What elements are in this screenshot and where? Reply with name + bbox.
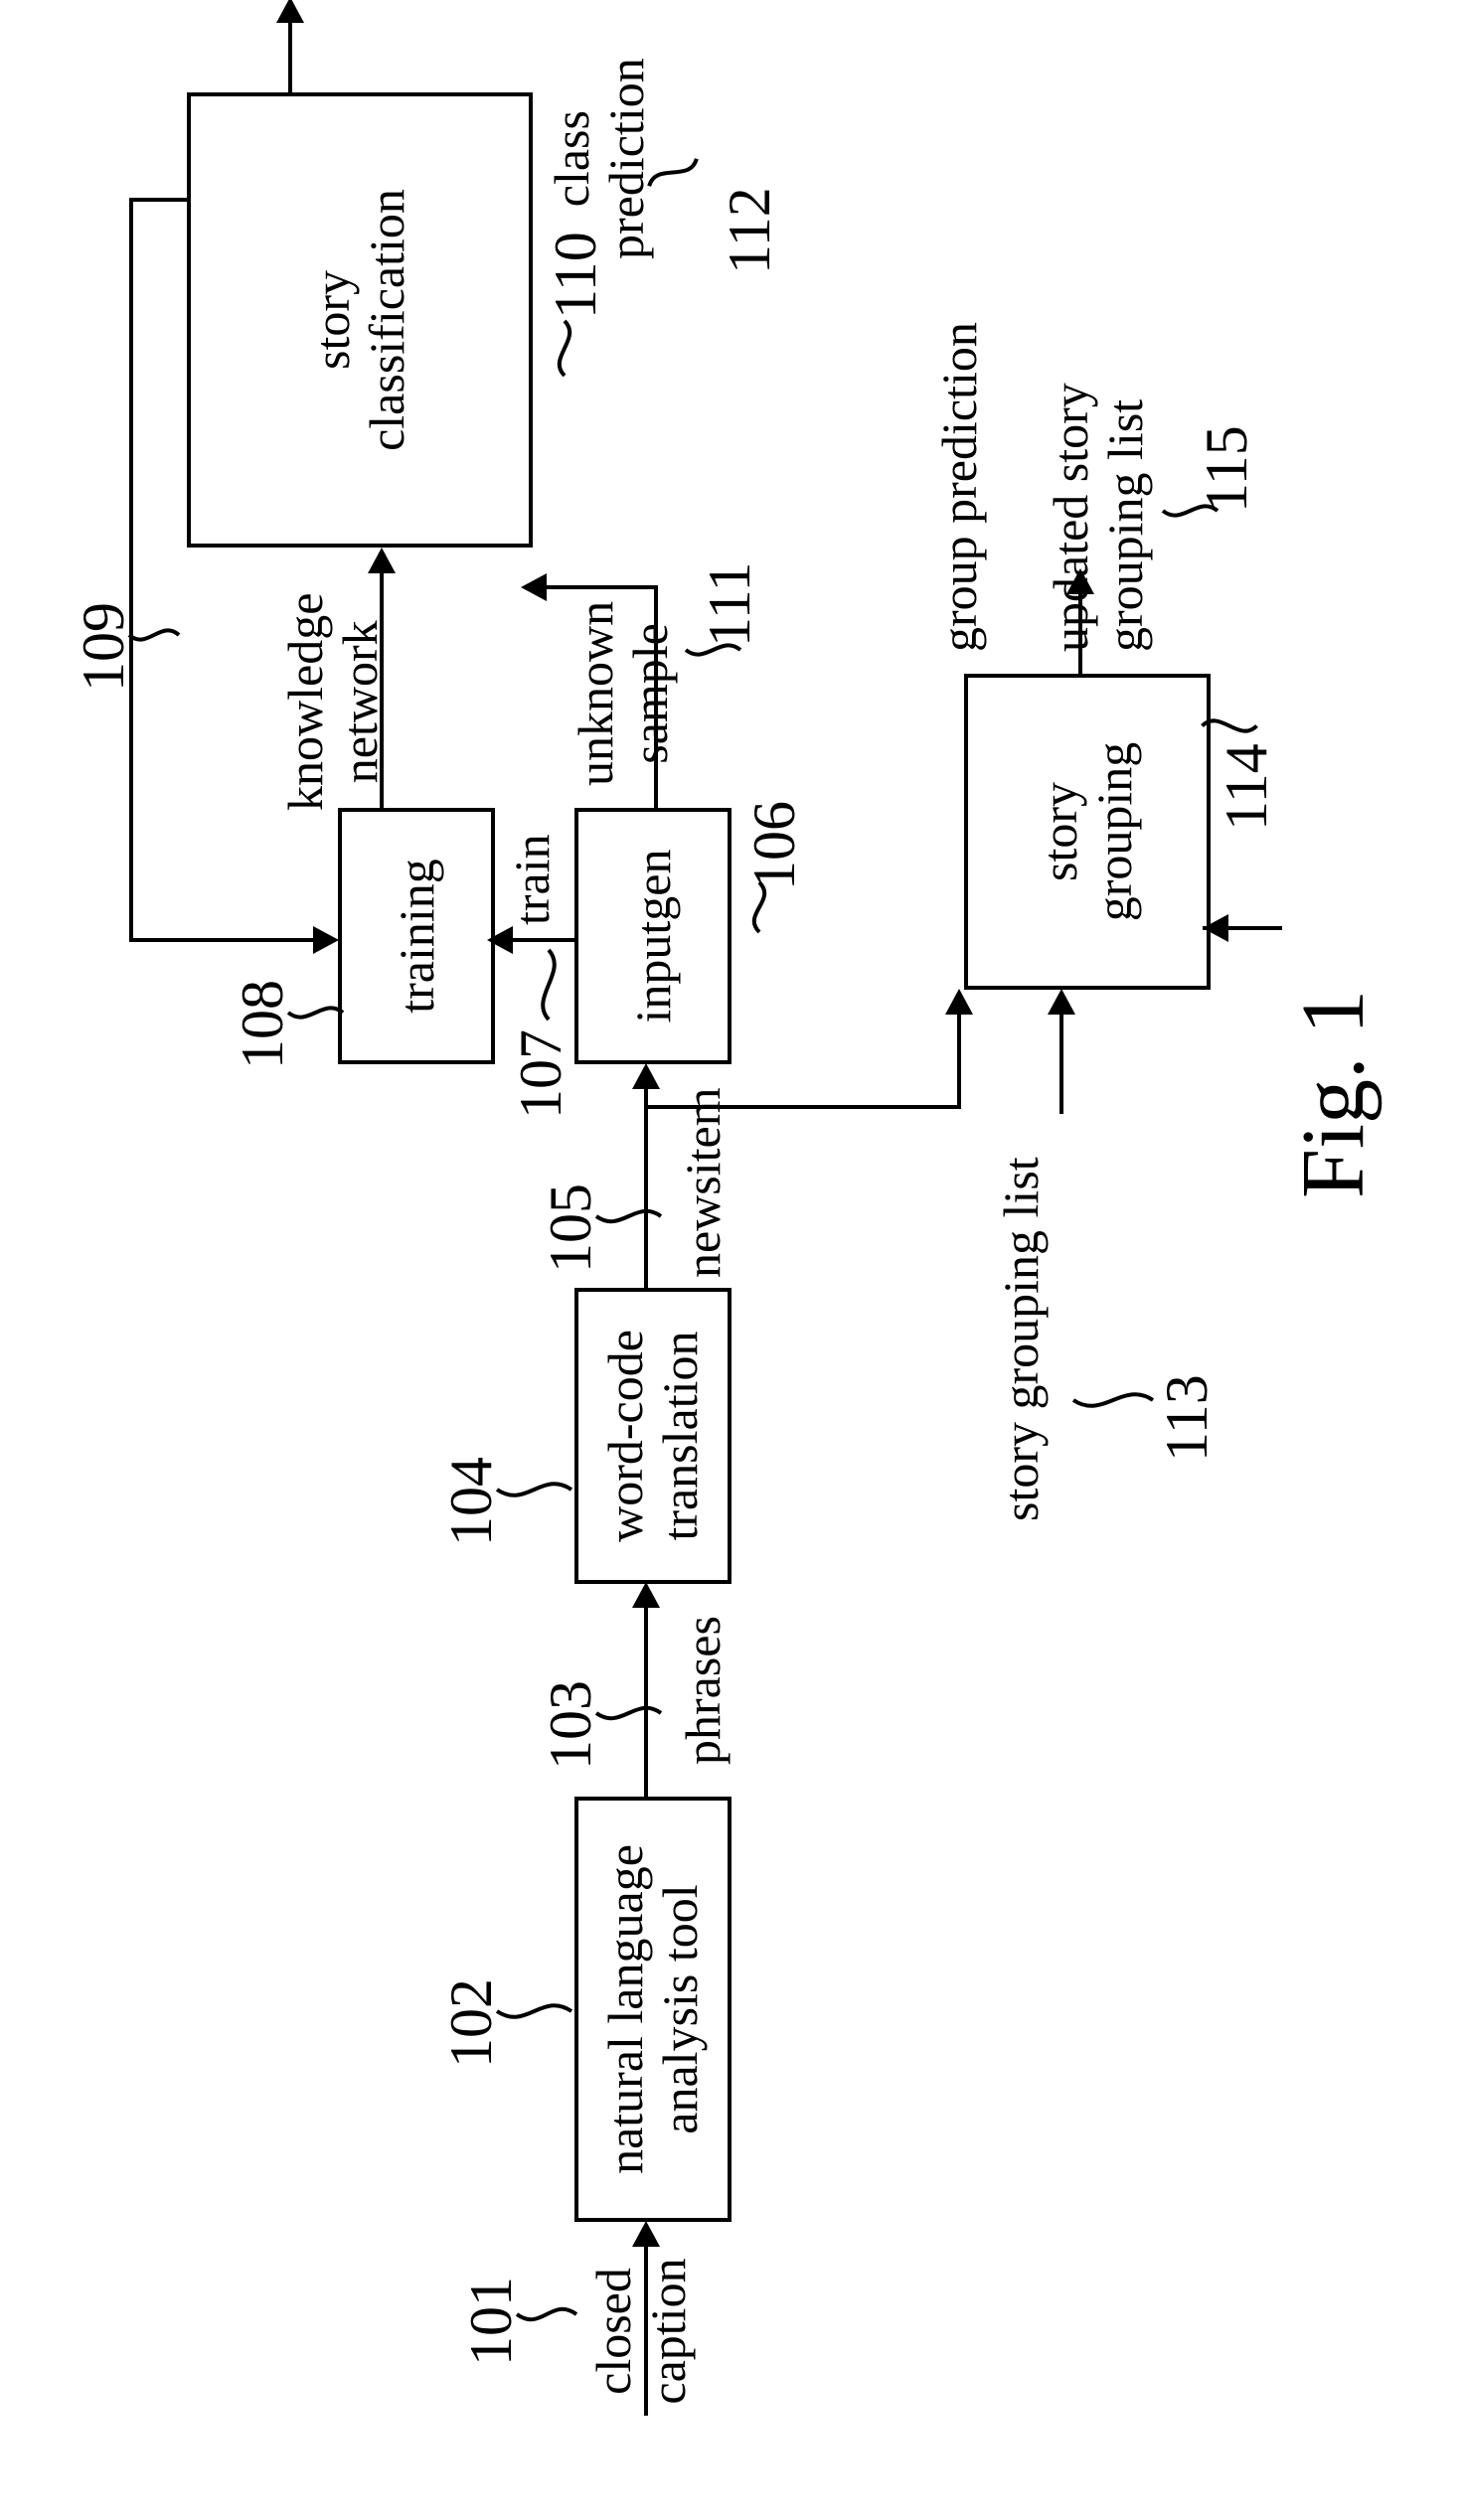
ref-103-squiggle — [596, 1701, 661, 1725]
ref-107: 107 — [507, 1029, 575, 1119]
ref-111: 111 — [696, 561, 764, 647]
ref-101: 101 — [457, 2277, 526, 2366]
edge-sg-out-arrow — [1066, 568, 1094, 594]
edge-fb-v1 — [129, 198, 187, 202]
edge-class-out-arrow — [276, 0, 304, 23]
ref-105: 105 — [537, 1183, 605, 1273]
edge-cc-nlp-arrow — [632, 2221, 660, 2247]
edge-wc-inp-arrow — [632, 1063, 660, 1089]
nlp-tool-label: natural language analysis tool — [598, 1844, 708, 2174]
story-grouping-list-input: story grouping list — [994, 1157, 1049, 1521]
edge-news-down — [644, 1105, 957, 1109]
ref-115-squiggle — [1163, 499, 1218, 523]
ref-109: 109 — [70, 602, 138, 692]
story-grouping-block: story grouping — [964, 674, 1211, 990]
ref-111-squiggle — [686, 638, 740, 662]
edge-sgl-arrow — [1048, 989, 1075, 1015]
word-code-label: word-code translation — [598, 1330, 708, 1542]
edge-kn — [380, 573, 384, 808]
edge-cc-nlp — [644, 2247, 648, 2336]
edge-fb-arrow — [313, 926, 339, 954]
edge-news-sg-arrow — [945, 989, 973, 1015]
ref-113: 113 — [1153, 1374, 1221, 1462]
edge-us-arrow — [521, 573, 547, 601]
edge-fb-v2 — [129, 938, 313, 942]
edge-train-arrow — [487, 926, 513, 954]
ref-101-squiggle — [517, 2302, 576, 2326]
knowledge-network-edge-label: knowledge network — [278, 593, 388, 811]
ref-108: 108 — [229, 980, 297, 1069]
updated-list-output: updated story grouping list — [1044, 383, 1153, 652]
nlp-tool-block: natural language analysis tool — [574, 1797, 732, 2222]
edge-sg-in2-arrow — [1203, 914, 1228, 942]
edge-wc-inp — [644, 1089, 648, 1288]
newsitem-edge-label: newsitem — [676, 1087, 731, 1278]
training-block: training — [338, 808, 495, 1064]
word-code-block: word-code translation — [574, 1288, 732, 1584]
story-grouping-label: story grouping — [1033, 742, 1142, 922]
edge-kn-arrow — [368, 548, 396, 573]
edge-us-h — [654, 589, 658, 808]
story-classification-label: story classification — [305, 189, 414, 451]
train-edge-label: train — [505, 834, 560, 925]
ref-104: 104 — [437, 1457, 506, 1546]
ref-106-squiggle — [747, 882, 771, 932]
ref-110: 110 — [542, 232, 610, 319]
phrases-edge-label: phrases — [676, 1616, 731, 1765]
ref-105-squiggle — [596, 1204, 661, 1228]
inputgen-label: inputgen — [626, 850, 681, 1024]
training-label: training — [390, 859, 444, 1014]
edge-train — [513, 938, 574, 942]
story-classification-block: story classification — [187, 92, 533, 548]
inputgen-block: inputgen — [574, 808, 732, 1064]
ref-102: 102 — [437, 1978, 506, 2068]
ref-106: 106 — [740, 801, 809, 890]
ref-112: 112 — [716, 187, 784, 274]
edge-nlp-wc-arrow — [632, 1582, 660, 1608]
edge-fb-h — [129, 198, 133, 942]
group-prediction-output: group prediction — [932, 322, 987, 652]
ref-102-squiggle — [497, 1999, 571, 2023]
ref-110-squiggle — [553, 321, 576, 376]
closed-caption-input: closed caption — [586, 2242, 696, 2421]
figure-canvas: natural language analysis tool word-code… — [0, 0, 1465, 2520]
figure-caption: Fig. 1 — [1282, 990, 1384, 1198]
ref-114: 114 — [1213, 743, 1281, 831]
edge-news-sg — [957, 1015, 961, 1109]
ref-114-squiggle — [1203, 714, 1257, 738]
unknown-sample-edge-label: unknown sample — [569, 601, 678, 786]
class-prediction-output: class prediction — [545, 58, 654, 259]
edge-sg-out — [1078, 594, 1082, 674]
ref-108-squiggle — [288, 1001, 343, 1024]
edge-class-out — [288, 23, 292, 92]
ref-109-squiggle — [129, 623, 179, 647]
ref-113-squiggle — [1073, 1388, 1153, 1412]
edge-us-v — [545, 585, 658, 589]
ref-107-squiggle — [537, 950, 561, 1020]
ref-103: 103 — [537, 1680, 605, 1770]
edge-nlp-wc — [644, 1608, 648, 1797]
closed-caption-divider — [644, 2331, 648, 2416]
edge-sgl — [1059, 1015, 1063, 1114]
ref-104-squiggle — [497, 1478, 571, 1501]
